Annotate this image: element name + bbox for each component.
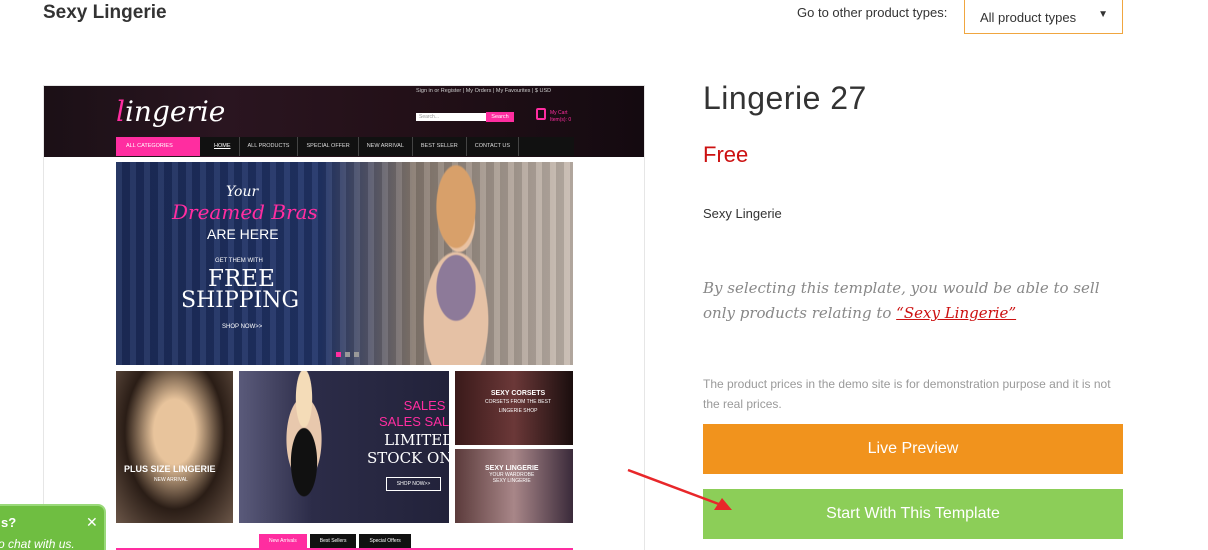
preview-tab: Special Offers [359,534,411,548]
template-preview-image[interactable]: lingerie Sign in or Register | My Orders… [43,85,645,550]
preview-tabs: New Arrivals Best Sellers Special Offers [259,534,411,548]
preview-tile-text: SEXY LINGERIE YOUR WARDROBE SEXY LINGERIE [485,465,539,484]
chat-subtitle: o chat with us. [0,537,75,550]
preview-nav: ALL CATEGORIES HOME ALL PRODUCTS SPECIAL… [116,137,574,156]
preview-tile-text: SEXY CORSETS CORSETS FROM THE BEST LINGERI… [485,390,552,414]
chat-title: s? [1,515,17,530]
preview-nav-item: SPECIAL OFFER [298,137,359,156]
chat-widget[interactable]: s? ✕ o chat with us. [0,504,106,550]
preview-nav-item: ALL PRODUCTS [240,137,299,156]
preview-tab: Best Sellers [309,534,357,548]
preview-nav-all-categories: ALL CATEGORIES [116,137,200,156]
preview-nav-item: CONTACT US [467,137,520,156]
live-preview-button[interactable]: Live Preview [703,424,1123,474]
page-title: Sexy Lingerie [43,2,167,23]
preview-tile-text: PLUS SIZE LINGERIE [124,464,216,474]
product-title: Lingerie 27 [703,80,867,116]
category-link[interactable]: “Sexy Lingerie” [896,304,1016,322]
preview-tile-shop-button: SHOP NOW>> [386,477,441,491]
preview-tile-text: NEW ARRIVAL [154,477,188,483]
preview-tile-text: LIMITEDSTOCK ONLY [367,431,449,467]
preview-tile-corsets: SEXY CORSETS CORSETS FROM THE BEST LINGERI… [455,371,573,445]
preview-tile-sales: SALESSALES SALES! LIMITEDSTOCK ONLY SHOP… [239,371,449,523]
preview-nav-item: NEW ARRIVAL [359,137,413,156]
preview-banner-text: SHIPPING [181,288,300,313]
preview-banner-text: ARE HERE [207,226,279,242]
preview-cart: My Cart Item(s): 0 [550,110,572,123]
product-type-label: Go to other product types: [797,5,948,20]
preview-logo: lingerie [116,95,226,128]
preview-nav-item: HOME [206,137,240,156]
product-category: Sexy Lingerie [703,206,782,221]
product-type-select-value: All product types [980,10,1077,25]
preview-model-image [381,162,531,365]
preview-slider-dots [336,352,359,357]
preview-tile-text: SALESSALES SALES! [379,398,449,429]
preview-banner-text: GET THEM WITH [215,258,263,264]
preview-banner: Your Dreamed Bras ARE HERE GET THEM WITH… [116,162,573,365]
preview-tab: New Arrivals [259,534,307,548]
cart-icon [536,108,546,120]
preview-top-links: Sign in or Register | My Orders | My Fav… [416,88,552,94]
close-icon[interactable]: ✕ [86,514,98,531]
preview-nav-item: BEST SELLER [413,137,467,156]
preview-tile-plus-size: PLUS SIZE LINGERIE NEW ARRIVAL [116,371,233,523]
preview-search-input: Search... [416,113,486,121]
preview-tile-sexy-lingerie: SEXY LINGERIE YOUR WARDROBE SEXY LINGERIE [455,449,573,523]
start-with-template-button[interactable]: Start With This Template [703,489,1123,539]
preview-banner-text: SHOP NOW>> [222,324,263,330]
preview-header: lingerie Sign in or Register | My Orders… [44,86,644,157]
product-price: Free [703,142,749,167]
caret-down-icon: ▼ [1098,9,1108,20]
preview-search-button: Search [486,112,514,122]
preview-banner-text: Dreamed Bras [172,200,318,224]
template-usage-note: By selecting this template, you would be… [703,276,1123,326]
price-disclaimer: The product prices in the demo site is f… [703,377,1111,411]
product-type-select[interactable]: All product types ▼ [964,0,1123,34]
preview-banner-text: Your [226,184,259,200]
